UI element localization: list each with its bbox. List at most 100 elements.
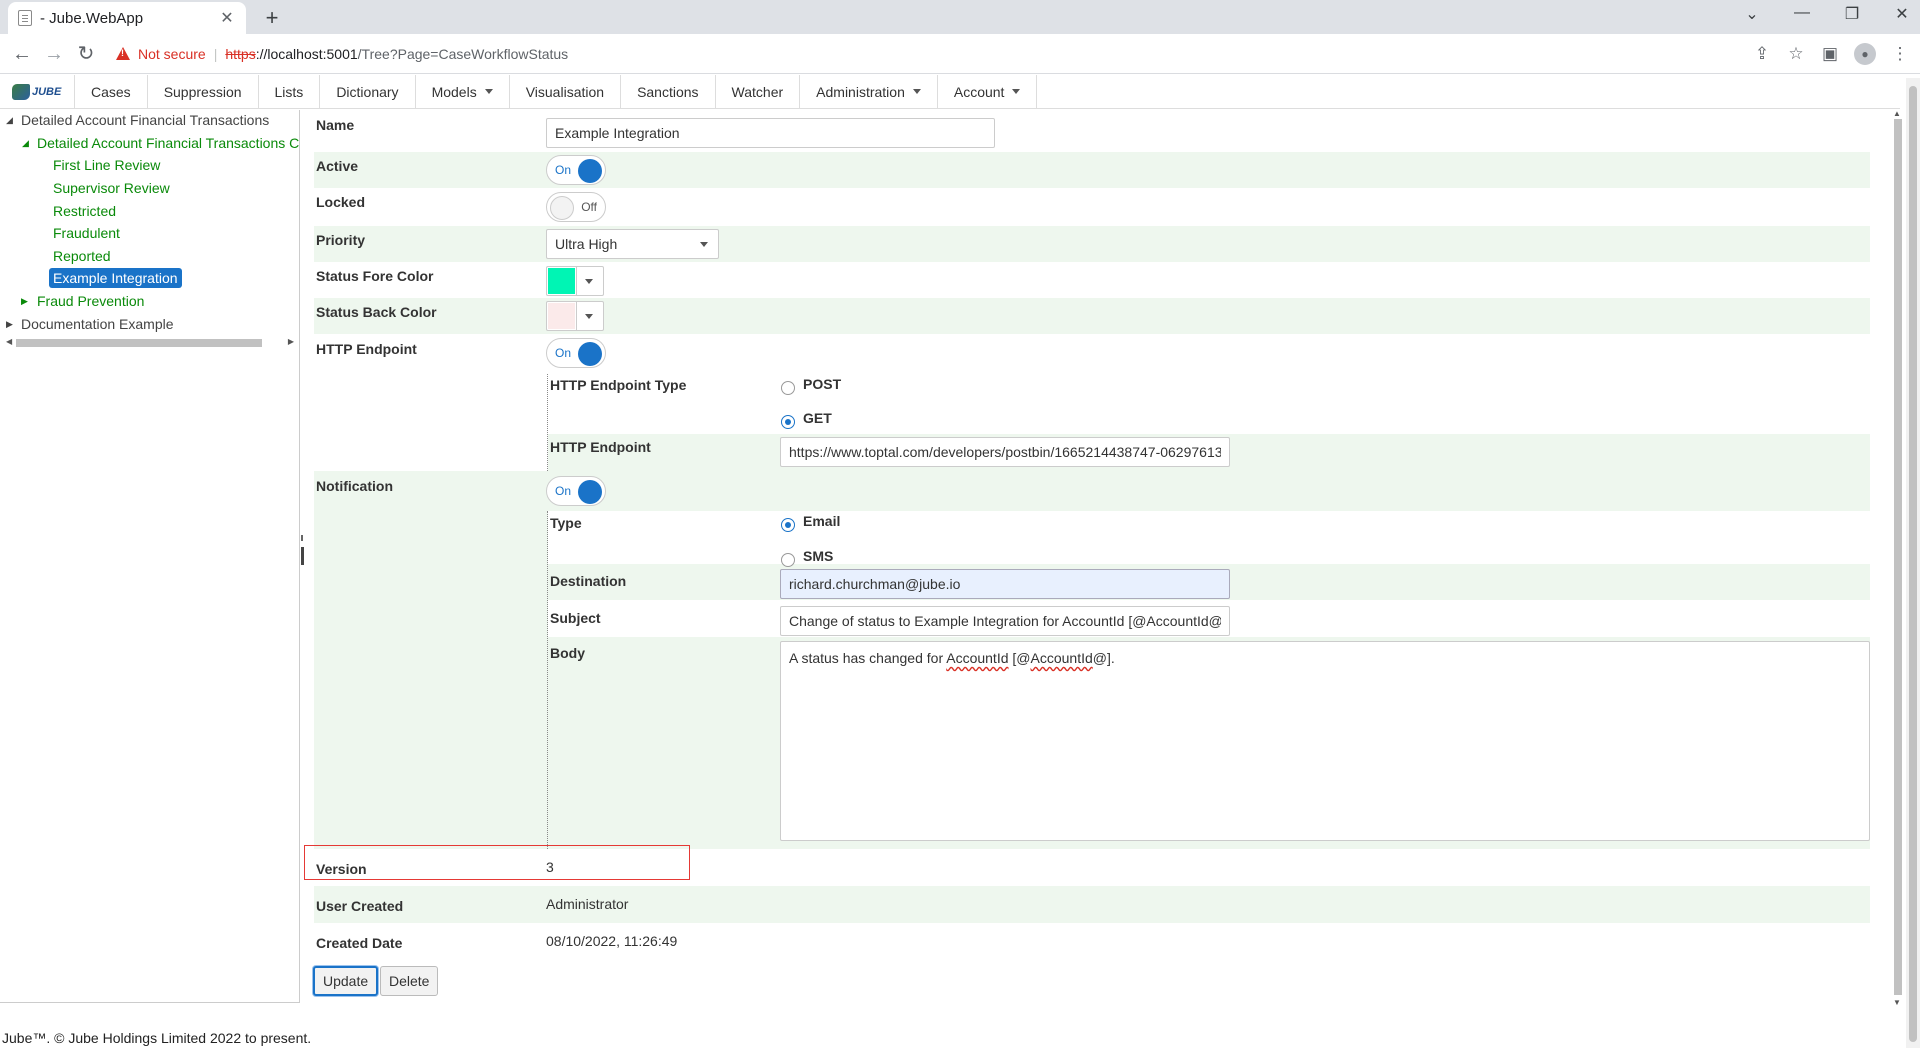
page-scrollbar[interactable] xyxy=(1906,78,1920,1048)
color-swatch xyxy=(548,268,575,294)
sms-label: SMS xyxy=(803,548,834,564)
locked-label: Locked xyxy=(316,194,366,210)
logo-text: JUBE xyxy=(32,85,62,98)
radio-email[interactable] xyxy=(781,518,795,532)
created-date-row: Created Date 08/10/2022, 11:26:49 xyxy=(314,923,1870,960)
minimize-icon[interactable]: — xyxy=(1792,4,1812,24)
get-label: GET xyxy=(803,410,832,426)
tree-leaf-status[interactable]: Reported xyxy=(53,248,111,264)
new-tab-icon[interactable]: + xyxy=(258,4,286,32)
chevron-down-icon xyxy=(484,89,493,94)
type-row: Type Email SMS xyxy=(548,511,1870,567)
not-secure-label: Not secure xyxy=(138,45,206,62)
back-color-picker[interactable] xyxy=(546,301,604,331)
radio-post[interactable] xyxy=(781,381,795,395)
form-pane: Name Active On Locked Off Priority Ultra… xyxy=(304,110,1890,1003)
share-icon[interactable]: ⇪ xyxy=(1752,38,1772,70)
radio-sms[interactable] xyxy=(781,553,795,567)
menu-visualisation[interactable]: Visualisation xyxy=(510,75,622,108)
address-bar[interactable]: Not secure | https://localhost:5001/Tree… xyxy=(116,38,1746,70)
color-swatch xyxy=(548,303,575,329)
menu-models[interactable]: Models xyxy=(416,75,510,108)
profile-icon[interactable]: ● xyxy=(1854,43,1876,65)
expand-icon[interactable]: ▶ xyxy=(21,296,28,307)
tree-leaf-status[interactable]: Restricted xyxy=(53,203,116,219)
delete-button[interactable]: Delete xyxy=(380,966,439,996)
active-row: Active On xyxy=(314,152,1870,188)
update-button[interactable]: Update xyxy=(313,966,379,996)
footer-text: Jube™. © Jube Holdings Limited 2022 to p… xyxy=(2,1030,312,1046)
close-window-icon[interactable]: ✕ xyxy=(1892,4,1912,24)
tree-leaf-status[interactable]: First Line Review xyxy=(53,157,160,173)
restore-icon[interactable]: ❐ xyxy=(1842,4,1862,24)
tree-root-documentation[interactable]: Documentation Example xyxy=(21,316,174,332)
user-created-row: User Created Administrator xyxy=(314,886,1870,923)
menu-suppression[interactable]: Suppression xyxy=(148,75,259,108)
fore-color-label: Status Fore Color xyxy=(316,268,434,284)
active-label: Active xyxy=(316,158,359,174)
reload-icon[interactable]: ↻ xyxy=(70,38,102,70)
body-label: Body xyxy=(550,645,585,661)
collapse-icon[interactable]: ◢ xyxy=(22,138,29,149)
priority-select[interactable]: Ultra High xyxy=(546,229,719,259)
menu-watcher[interactable]: Watcher xyxy=(716,75,801,108)
http-endpoint-input[interactable] xyxy=(780,437,1230,467)
tree-node-fraud-prevention[interactable]: Fraud Prevention xyxy=(37,293,144,309)
back-icon[interactable]: ← xyxy=(6,38,38,70)
http-endpoint-label: HTTP Endpoint xyxy=(550,439,651,455)
sidepanel-icon[interactable]: ▣ xyxy=(1820,38,1840,70)
browser-tabstrip: - Jube.WebApp ✕ + ⌄ — ❐ ✕ xyxy=(0,0,1920,34)
tree-root-detailed[interactable]: Detailed Account Financial Transactions xyxy=(21,112,269,128)
star-icon[interactable]: ☆ xyxy=(1786,38,1806,70)
destination-input[interactable] xyxy=(780,569,1230,599)
email-label: Email xyxy=(803,513,841,529)
user-created-label: User Created xyxy=(316,898,404,914)
notification-toggle[interactable]: On xyxy=(546,476,606,506)
chevron-down-icon xyxy=(1012,89,1021,94)
back-color-row: Status Back Color xyxy=(314,298,1870,334)
close-icon[interactable]: ✕ xyxy=(218,8,236,28)
notification-label: Notification xyxy=(316,478,393,494)
collapse-icon[interactable]: ◢ xyxy=(6,115,13,126)
fore-color-row: Status Fore Color xyxy=(314,262,1870,298)
page-icon xyxy=(18,10,32,26)
type-label: Type xyxy=(550,515,582,531)
menu-lists[interactable]: Lists xyxy=(259,75,321,108)
name-row: Name xyxy=(314,115,1870,148)
http-toggle[interactable]: On xyxy=(546,338,606,368)
tree-leaf-status[interactable]: Supervisor Review xyxy=(53,180,170,196)
tab-title: - Jube.WebApp xyxy=(40,9,144,27)
subject-input[interactable] xyxy=(780,606,1230,636)
logo-icon xyxy=(12,83,30,100)
url-path: /Tree?Page=CaseWorkflowStatus xyxy=(357,45,569,62)
version-highlight xyxy=(304,845,690,880)
subject-label: Subject xyxy=(550,610,601,626)
forward-icon[interactable]: → xyxy=(38,38,70,70)
logo[interactable]: JUBE xyxy=(0,75,75,108)
tree-horizontal-scrollbar[interactable]: ◀ ▶ xyxy=(4,336,296,350)
post-label: POST xyxy=(803,376,842,392)
tree-leaf-selected[interactable]: Example Integration xyxy=(49,268,182,288)
locked-row: Locked Off xyxy=(314,188,1870,226)
tree-leaf-status[interactable]: Fraudulent xyxy=(53,225,120,241)
menu-account[interactable]: Account xyxy=(938,75,1038,108)
url-scheme: https xyxy=(225,45,256,62)
radio-get[interactable] xyxy=(781,415,795,429)
locked-toggle[interactable]: Off xyxy=(546,192,606,222)
url-host: ://localhost:5001 xyxy=(255,45,358,62)
menu-sanctions[interactable]: Sanctions xyxy=(621,75,716,108)
expand-icon[interactable]: ▶ xyxy=(6,319,13,330)
chevron-down-icon[interactable]: ⌄ xyxy=(1742,4,1762,24)
form-scrollbar[interactable]: ▲ ▼ xyxy=(1892,109,1904,1007)
name-input[interactable] xyxy=(546,118,995,148)
browser-tab[interactable]: - Jube.WebApp ✕ xyxy=(8,2,246,34)
fore-color-picker[interactable] xyxy=(546,266,604,296)
menu-cases[interactable]: Cases xyxy=(75,75,148,108)
menu-administration[interactable]: Administration xyxy=(800,75,938,108)
menu-icon[interactable]: ⋮ xyxy=(1890,38,1910,70)
priority-label: Priority xyxy=(316,232,366,248)
tree-node-case-workflow[interactable]: Detailed Account Financial Transactions … xyxy=(37,135,299,151)
active-toggle[interactable]: On xyxy=(546,155,606,185)
body-textarea[interactable]: A status has changed for AccountId [@Acc… xyxy=(780,641,1870,841)
menu-dictionary[interactable]: Dictionary xyxy=(320,75,416,108)
